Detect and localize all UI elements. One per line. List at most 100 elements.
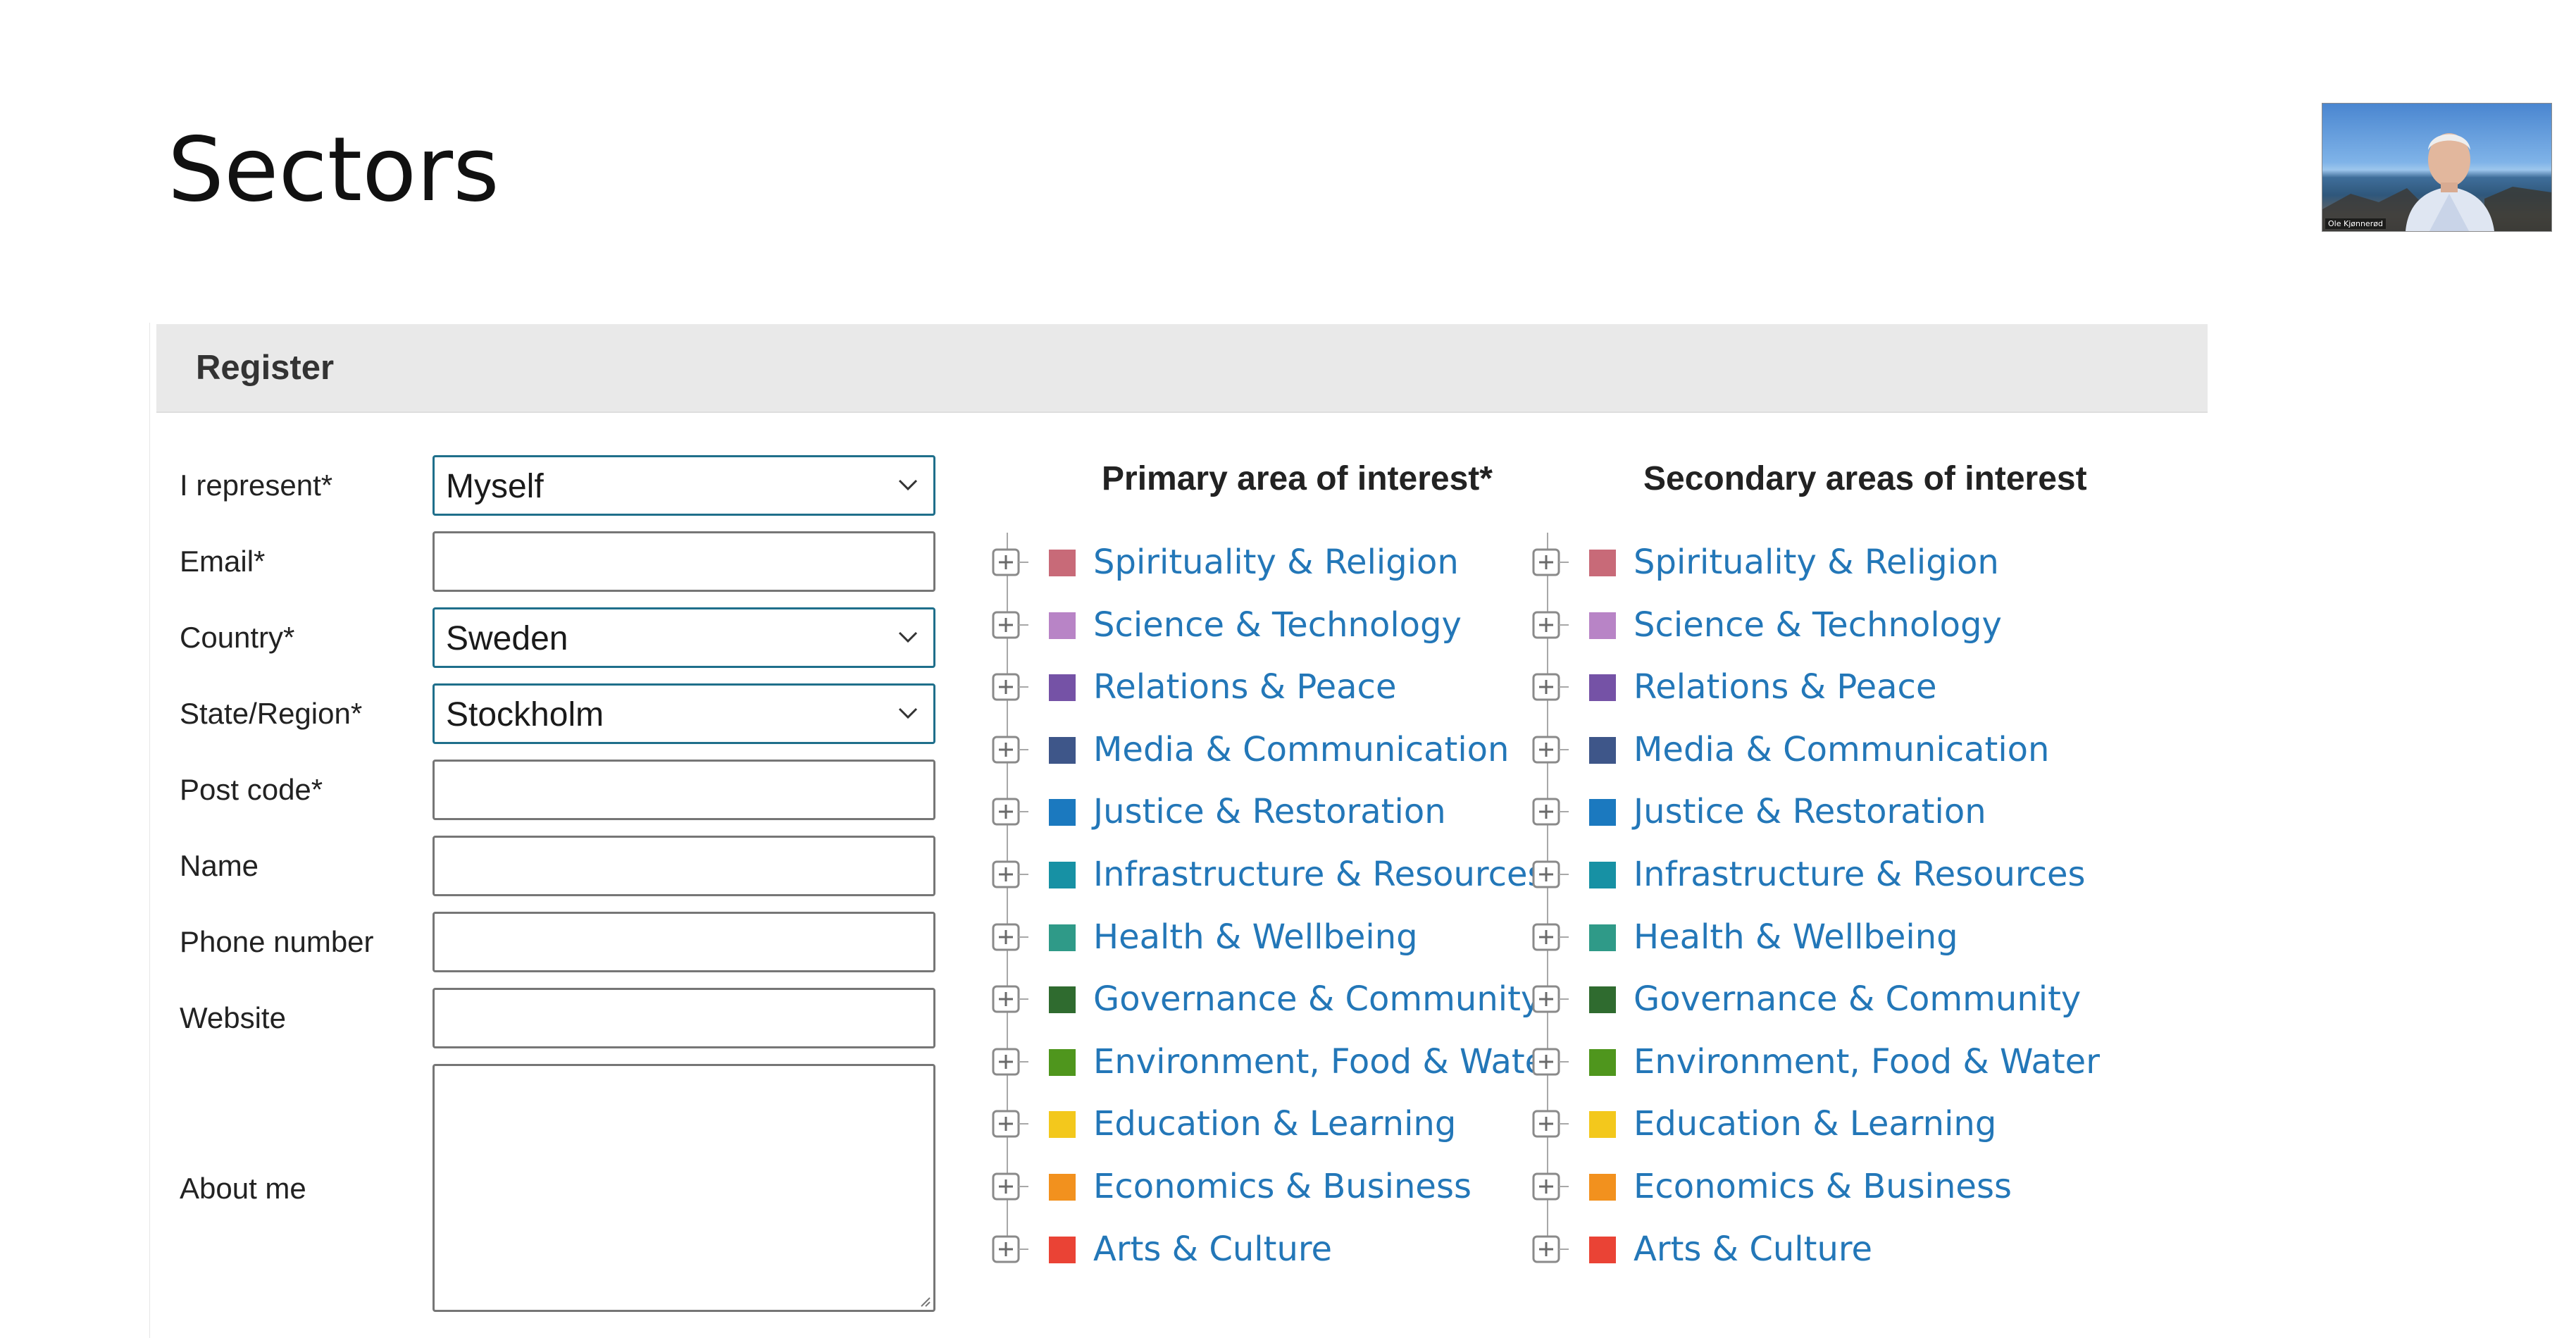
primary-sector-science-technology[interactable]: Science & Technology	[986, 595, 1522, 657]
country-value: Sweden	[446, 620, 568, 657]
i-represent-value: Myself	[446, 468, 544, 505]
primary-sector-environment-food-water[interactable]: Environment, Food & Water	[986, 1032, 1560, 1094]
presenter-silhouette	[2322, 133, 2551, 231]
sector-label[interactable]: Arts & Culture	[1093, 1232, 1332, 1266]
expand-plus-icon[interactable]	[1526, 979, 1569, 1022]
sector-label[interactable]: Health & Wellbeing	[1634, 920, 1958, 954]
secondary-sector-health-wellbeing[interactable]: Health & Wellbeing	[1526, 908, 2062, 970]
primary-sector-economics-business[interactable]: Economics & Business	[986, 1157, 1522, 1219]
sector-label[interactable]: Infrastructure & Resources	[1634, 857, 2086, 891]
expand-plus-icon[interactable]	[986, 1167, 1028, 1209]
sector-label[interactable]: Spirituality & Religion	[1093, 545, 1459, 579]
secondary-sector-science-technology[interactable]: Science & Technology	[1526, 595, 2062, 657]
sector-label[interactable]: Media & Communication	[1093, 733, 1509, 767]
sector-color-swatch	[1589, 736, 1616, 764]
primary-sector-education-learning[interactable]: Education & Learning	[986, 1094, 1522, 1156]
secondary-sector-arts-culture[interactable]: Arts & Culture	[1526, 1220, 2062, 1282]
sector-color-swatch	[1589, 862, 1616, 888]
primary-sector-justice-restoration[interactable]: Justice & Restoration	[986, 782, 1522, 844]
sector-label[interactable]: Justice & Restoration	[1634, 795, 1986, 829]
sector-label[interactable]: Education & Learning	[1634, 1107, 1996, 1141]
expand-plus-icon[interactable]	[986, 605, 1028, 648]
sector-label[interactable]: Economics & Business	[1093, 1170, 1471, 1203]
sector-label[interactable]: Science & Technology	[1634, 608, 2002, 642]
primary-sector-infrastructure-resources[interactable]: Infrastructure & Resources	[986, 845, 1545, 907]
expand-plus-icon[interactable]	[986, 1104, 1028, 1146]
sector-color-swatch	[1049, 1111, 1076, 1139]
secondary-sector-media-communication[interactable]: Media & Communication	[1526, 720, 2062, 782]
primary-sector-arts-culture[interactable]: Arts & Culture	[986, 1220, 1522, 1282]
post-code-field[interactable]	[433, 760, 935, 820]
primary-sector-health-wellbeing[interactable]: Health & Wellbeing	[986, 908, 1522, 970]
country-select[interactable]: Sweden	[433, 607, 935, 668]
sector-label[interactable]: Environment, Food & Water	[1634, 1045, 2100, 1079]
expand-plus-icon[interactable]	[1526, 792, 1569, 834]
sector-label[interactable]: Arts & Culture	[1634, 1232, 1872, 1266]
about-me-textarea[interactable]	[433, 1064, 935, 1312]
sector-label[interactable]: Education & Learning	[1093, 1107, 1456, 1141]
primary-sector-spirituality-religion[interactable]: Spirituality & Religion	[986, 533, 1522, 595]
expand-plus-icon[interactable]	[986, 855, 1028, 897]
sector-label[interactable]: Justice & Restoration	[1093, 795, 1446, 829]
expand-plus-icon[interactable]	[986, 730, 1028, 772]
primary-sector-media-communication[interactable]: Media & Communication	[986, 720, 1522, 782]
expand-plus-icon[interactable]	[986, 543, 1028, 585]
sector-color-swatch	[1589, 1174, 1616, 1201]
sector-label[interactable]: Science & Technology	[1093, 608, 1462, 642]
secondary-sector-spirituality-religion[interactable]: Spirituality & Religion	[1526, 533, 2062, 595]
sector-label[interactable]: Environment, Food & Water	[1093, 1045, 1560, 1079]
resize-grip-icon[interactable]	[918, 1294, 931, 1307]
sector-label[interactable]: Health & Wellbeing	[1093, 920, 1418, 954]
expand-plus-icon[interactable]	[1526, 730, 1569, 772]
expand-plus-icon[interactable]	[986, 917, 1028, 960]
expand-plus-icon[interactable]	[986, 792, 1028, 834]
website-field[interactable]	[433, 988, 935, 1048]
state-region-select[interactable]: Stockholm	[433, 683, 935, 744]
sector-label[interactable]: Governance & Community	[1093, 982, 1541, 1016]
expand-plus-icon[interactable]	[1526, 1167, 1569, 1209]
expand-plus-icon[interactable]	[986, 667, 1028, 710]
expand-plus-icon[interactable]	[986, 1229, 1028, 1272]
sector-label[interactable]: Infrastructure & Resources	[1093, 857, 1545, 891]
expand-plus-icon[interactable]	[1526, 543, 1569, 585]
sector-color-swatch	[1049, 612, 1076, 639]
expand-plus-icon[interactable]	[1526, 1229, 1569, 1272]
email-field[interactable]	[433, 531, 935, 592]
expand-plus-icon[interactable]	[986, 1042, 1028, 1084]
sector-label[interactable]: Relations & Peace	[1634, 670, 1936, 704]
expand-plus-icon[interactable]	[1526, 605, 1569, 648]
sector-color-swatch	[1589, 799, 1616, 826]
sector-label[interactable]: Economics & Business	[1634, 1170, 2012, 1203]
chevron-down-icon	[898, 707, 918, 719]
label-name: Name	[180, 849, 259, 882]
sector-color-swatch	[1589, 1048, 1616, 1076]
primary-sector-governance-community[interactable]: Governance & Community	[986, 970, 1541, 1032]
secondary-sector-economics-business[interactable]: Economics & Business	[1526, 1157, 2062, 1219]
expand-plus-icon[interactable]	[1526, 855, 1569, 897]
secondary-sector-infrastructure-resources[interactable]: Infrastructure & Resources	[1526, 845, 2086, 907]
name-field[interactable]	[433, 836, 935, 896]
sector-label[interactable]: Relations & Peace	[1093, 670, 1396, 704]
secondary-sector-governance-community[interactable]: Governance & Community	[1526, 970, 2081, 1032]
expand-plus-icon[interactable]	[986, 979, 1028, 1022]
sector-color-swatch	[1049, 986, 1076, 1014]
secondary-sector-education-learning[interactable]: Education & Learning	[1526, 1094, 2062, 1156]
primary-area-heading: Primary area of interest*	[1102, 460, 1493, 497]
expand-plus-icon[interactable]	[1526, 917, 1569, 960]
label-phone-number: Phone number	[180, 925, 374, 958]
expand-plus-icon[interactable]	[1526, 667, 1569, 710]
sector-color-swatch	[1049, 1236, 1076, 1263]
secondary-sector-environment-food-water[interactable]: Environment, Food & Water	[1526, 1032, 2100, 1094]
sector-label[interactable]: Spirituality & Religion	[1634, 545, 1999, 579]
expand-plus-icon[interactable]	[1526, 1042, 1569, 1084]
phone-number-field[interactable]	[433, 912, 935, 972]
register-header-title: Register	[196, 349, 335, 387]
primary-sector-relations-peace[interactable]: Relations & Peace	[986, 657, 1522, 719]
webcam-video: Ole Kjønnerød	[2322, 103, 2552, 232]
sector-label[interactable]: Media & Communication	[1634, 733, 2049, 767]
expand-plus-icon[interactable]	[1526, 1104, 1569, 1146]
sector-label[interactable]: Governance & Community	[1634, 982, 2081, 1016]
i-represent-select[interactable]: Myself	[433, 455, 935, 516]
secondary-sector-relations-peace[interactable]: Relations & Peace	[1526, 657, 2062, 719]
secondary-sector-justice-restoration[interactable]: Justice & Restoration	[1526, 782, 2062, 844]
